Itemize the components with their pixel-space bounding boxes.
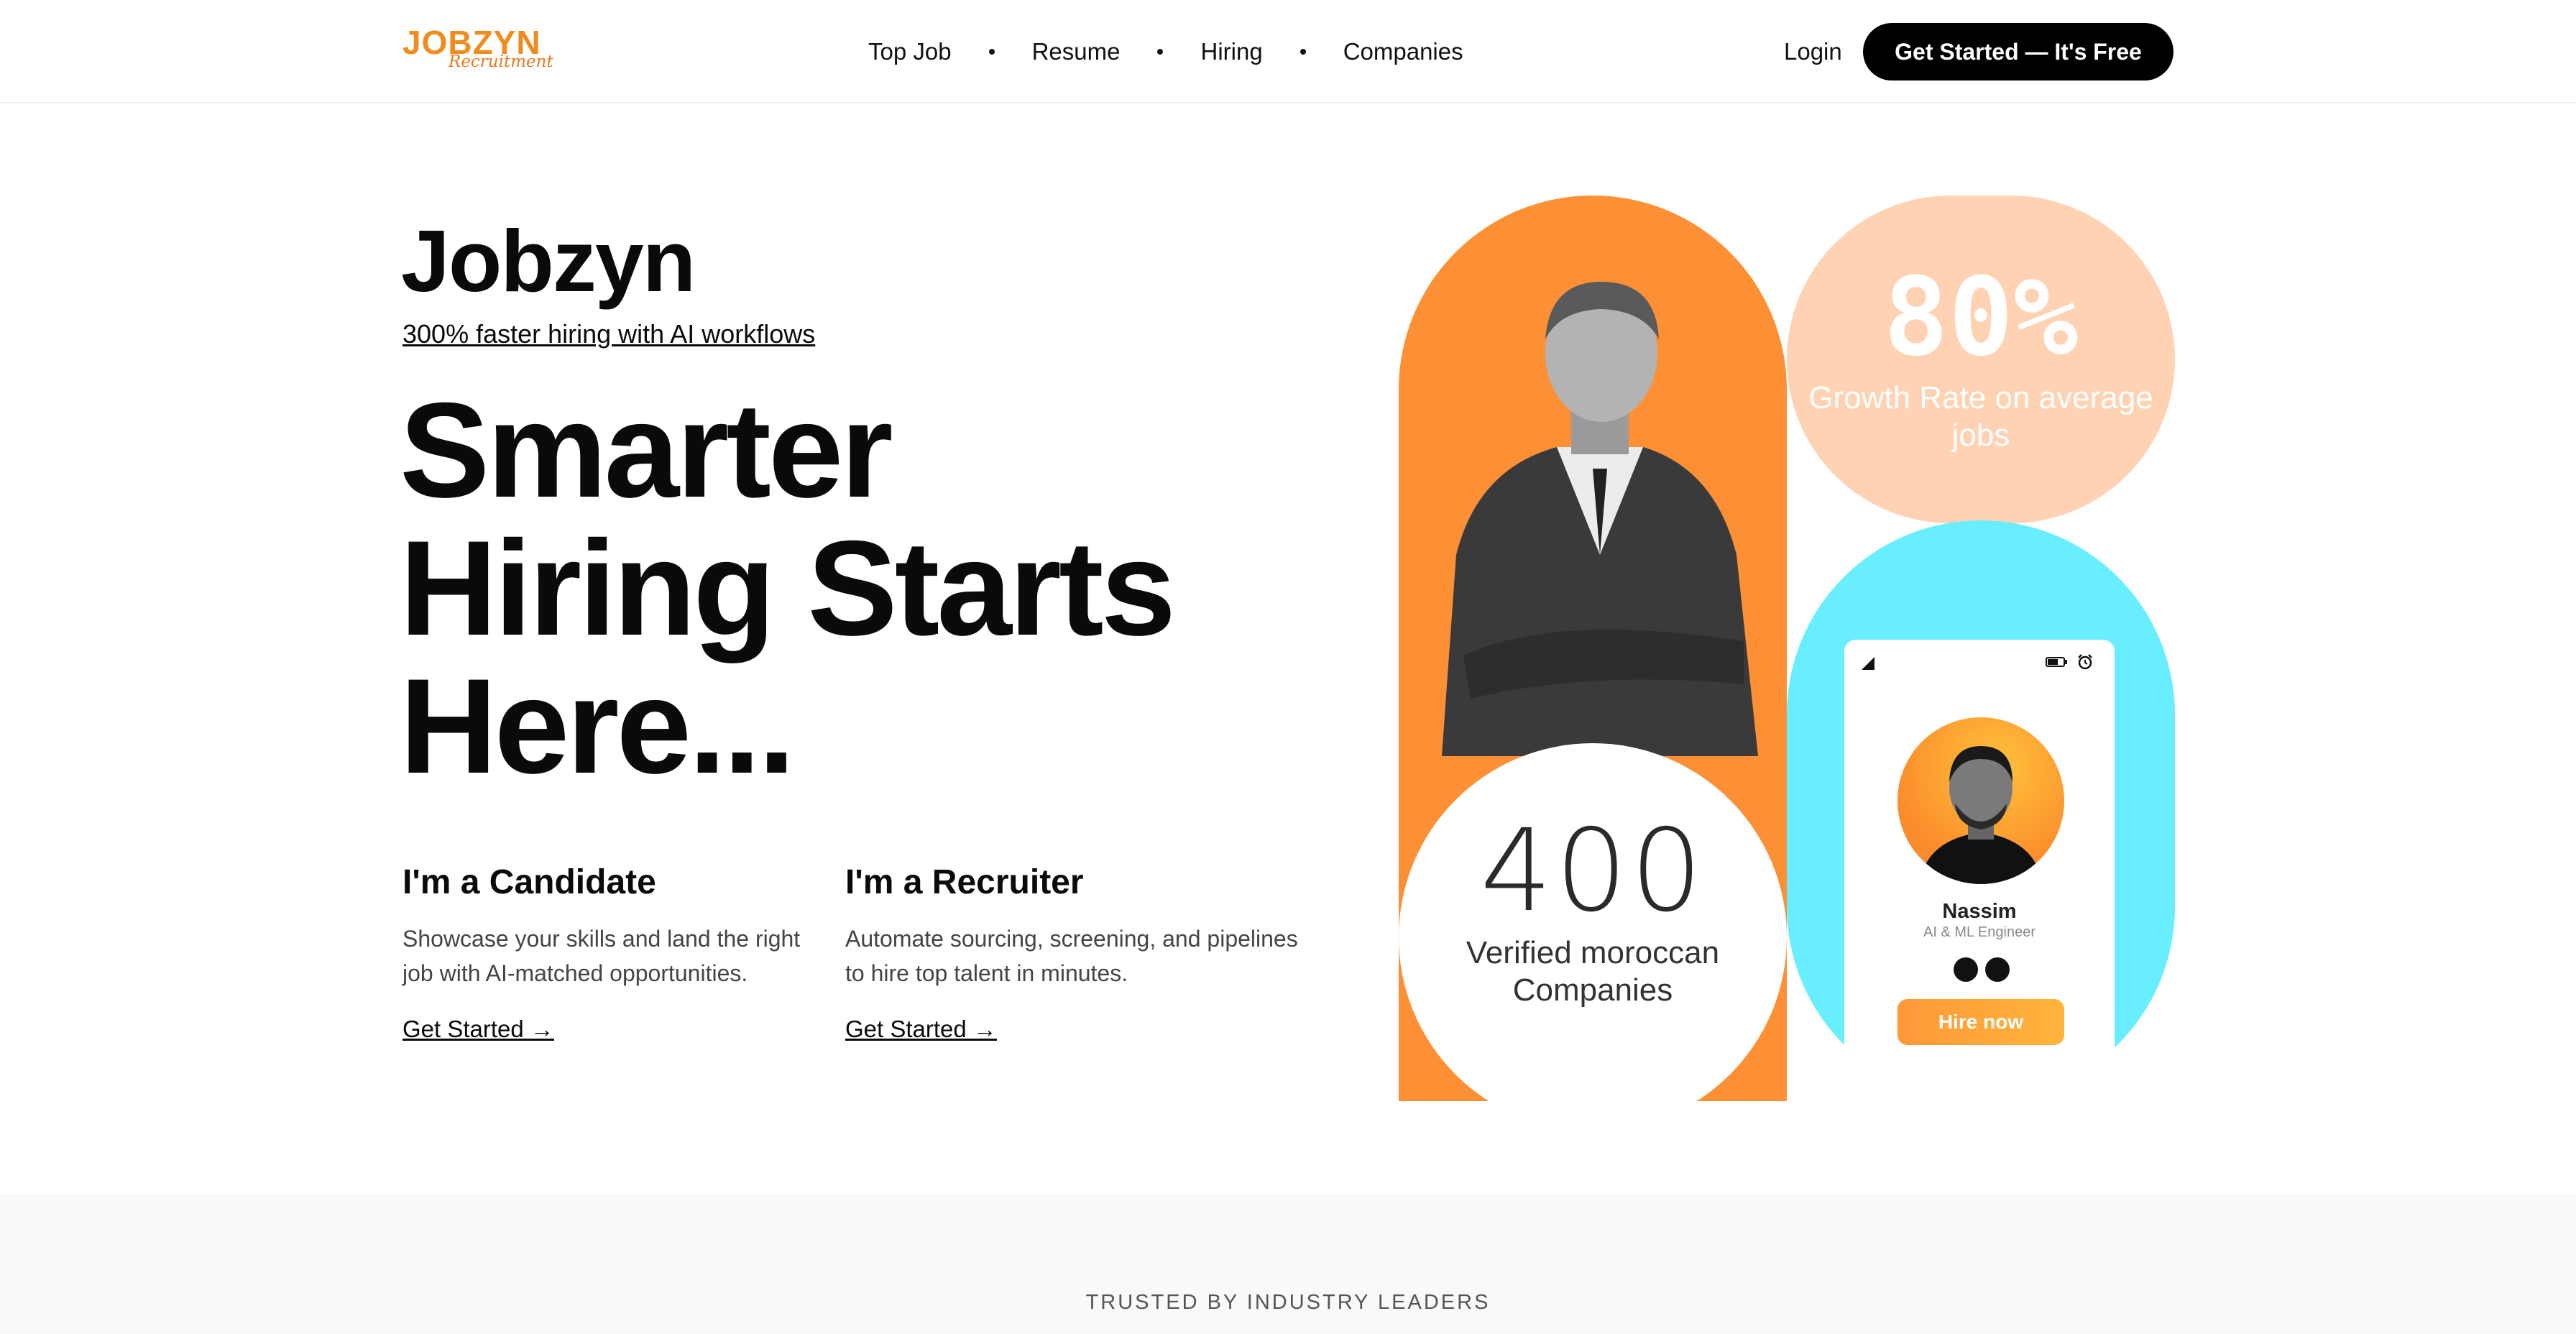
businessman-photo: [1442, 282, 1758, 756]
nav-link-hiring[interactable]: Hiring: [1200, 33, 1262, 70]
brand-title: Jobzyn: [401, 212, 696, 310]
contact-icons: [1954, 957, 2010, 982]
logo[interactable]: JOBZYN Recruitment: [402, 24, 553, 75]
nav-separator-dot: [988, 49, 995, 55]
candidate-get-started-link[interactable]: Get Started →: [402, 1012, 554, 1046]
recruiter-get-started-link[interactable]: Get Started →: [845, 1012, 997, 1046]
nav-link-companies[interactable]: Companies: [1343, 33, 1463, 70]
profile-name: Nassim: [1942, 900, 2017, 923]
recruiter-title: I'm a Recruiter: [845, 863, 1084, 901]
recruiter-description: Automate sourcing, screening, and pipeli…: [845, 926, 1298, 986]
phone-mockup: Nassim AI & ML Engineer Hire now: [1844, 640, 2115, 1101]
trusted-section: TRUSTED BY INDUSTRY LEADERS: [0, 1195, 2576, 1334]
growth-stat-label: Growth Rate on average jobs: [1808, 380, 2153, 453]
signal-icon: [1862, 657, 1874, 670]
candidate-description: Showcase your skills and land the right …: [402, 926, 801, 986]
nav-separator-dot: [1300, 49, 1306, 55]
companies-stat-value: 400: [1480, 805, 1706, 937]
companies-stat: 400 Verified moroccan Companies: [1399, 814, 1787, 1009]
recruiter-section: I'm a Recruiter Automate sourcing, scree…: [845, 860, 1305, 1046]
headline-line-1: Smarter: [400, 374, 893, 525]
headline-line-2: Hiring Starts: [400, 512, 1176, 663]
chat-icon[interactable]: [1985, 957, 2010, 982]
logo-subtitle: Recruitment: [448, 52, 553, 71]
headline-line-3: Here...: [400, 650, 796, 801]
hero-illustration: 400 Verified moroccan Companies 80% Grow…: [1399, 196, 2175, 1131]
candidate-section: I'm a Candidate Showcase your skills and…: [402, 860, 805, 1046]
alarm-clock-icon: [2078, 654, 2092, 670]
get-started-free-button[interactable]: Get Started — It's Free: [1863, 23, 2174, 80]
cyan-pill-shape: Nassim AI & ML Engineer Hire now: [1787, 520, 2175, 1101]
growth-stat-value: 80%: [1883, 255, 2079, 380]
hero-headline: Smarter Hiring Starts Here...: [400, 381, 1262, 795]
nav-link-top-job[interactable]: Top Job: [868, 33, 952, 70]
nav-separator-dot: [1157, 49, 1164, 55]
candidate-title: I'm a Candidate: [402, 863, 656, 901]
top-navbar: JOBZYN Recruitment Top Job Resume Hiring…: [0, 0, 2576, 104]
trusted-label: TRUSTED BY INDUSTRY LEADERS: [1085, 1291, 1491, 1314]
nav-link-resume[interactable]: Resume: [1032, 33, 1121, 70]
profile-photo: [1919, 746, 2043, 884]
hire-now-button[interactable]: Hire now: [1898, 999, 2064, 1045]
profile-role: AI & ML Engineer: [1923, 924, 2036, 940]
status-bar-icons: [2046, 654, 2093, 670]
whatsapp-icon[interactable]: [1954, 957, 1978, 982]
profile-avatar: [1898, 717, 2064, 884]
tagline-link[interactable]: 300% faster hiring with AI workflows: [402, 316, 815, 352]
growth-stat: 80% Growth Rate on average jobs: [1787, 260, 2175, 454]
companies-stat-label: Verified moroccan Companies: [1466, 935, 1720, 1008]
battery-icon: [2046, 657, 2067, 667]
login-link[interactable]: Login: [1784, 33, 1842, 70]
main-nav: Top Job Resume Hiring Companies: [868, 33, 1463, 70]
